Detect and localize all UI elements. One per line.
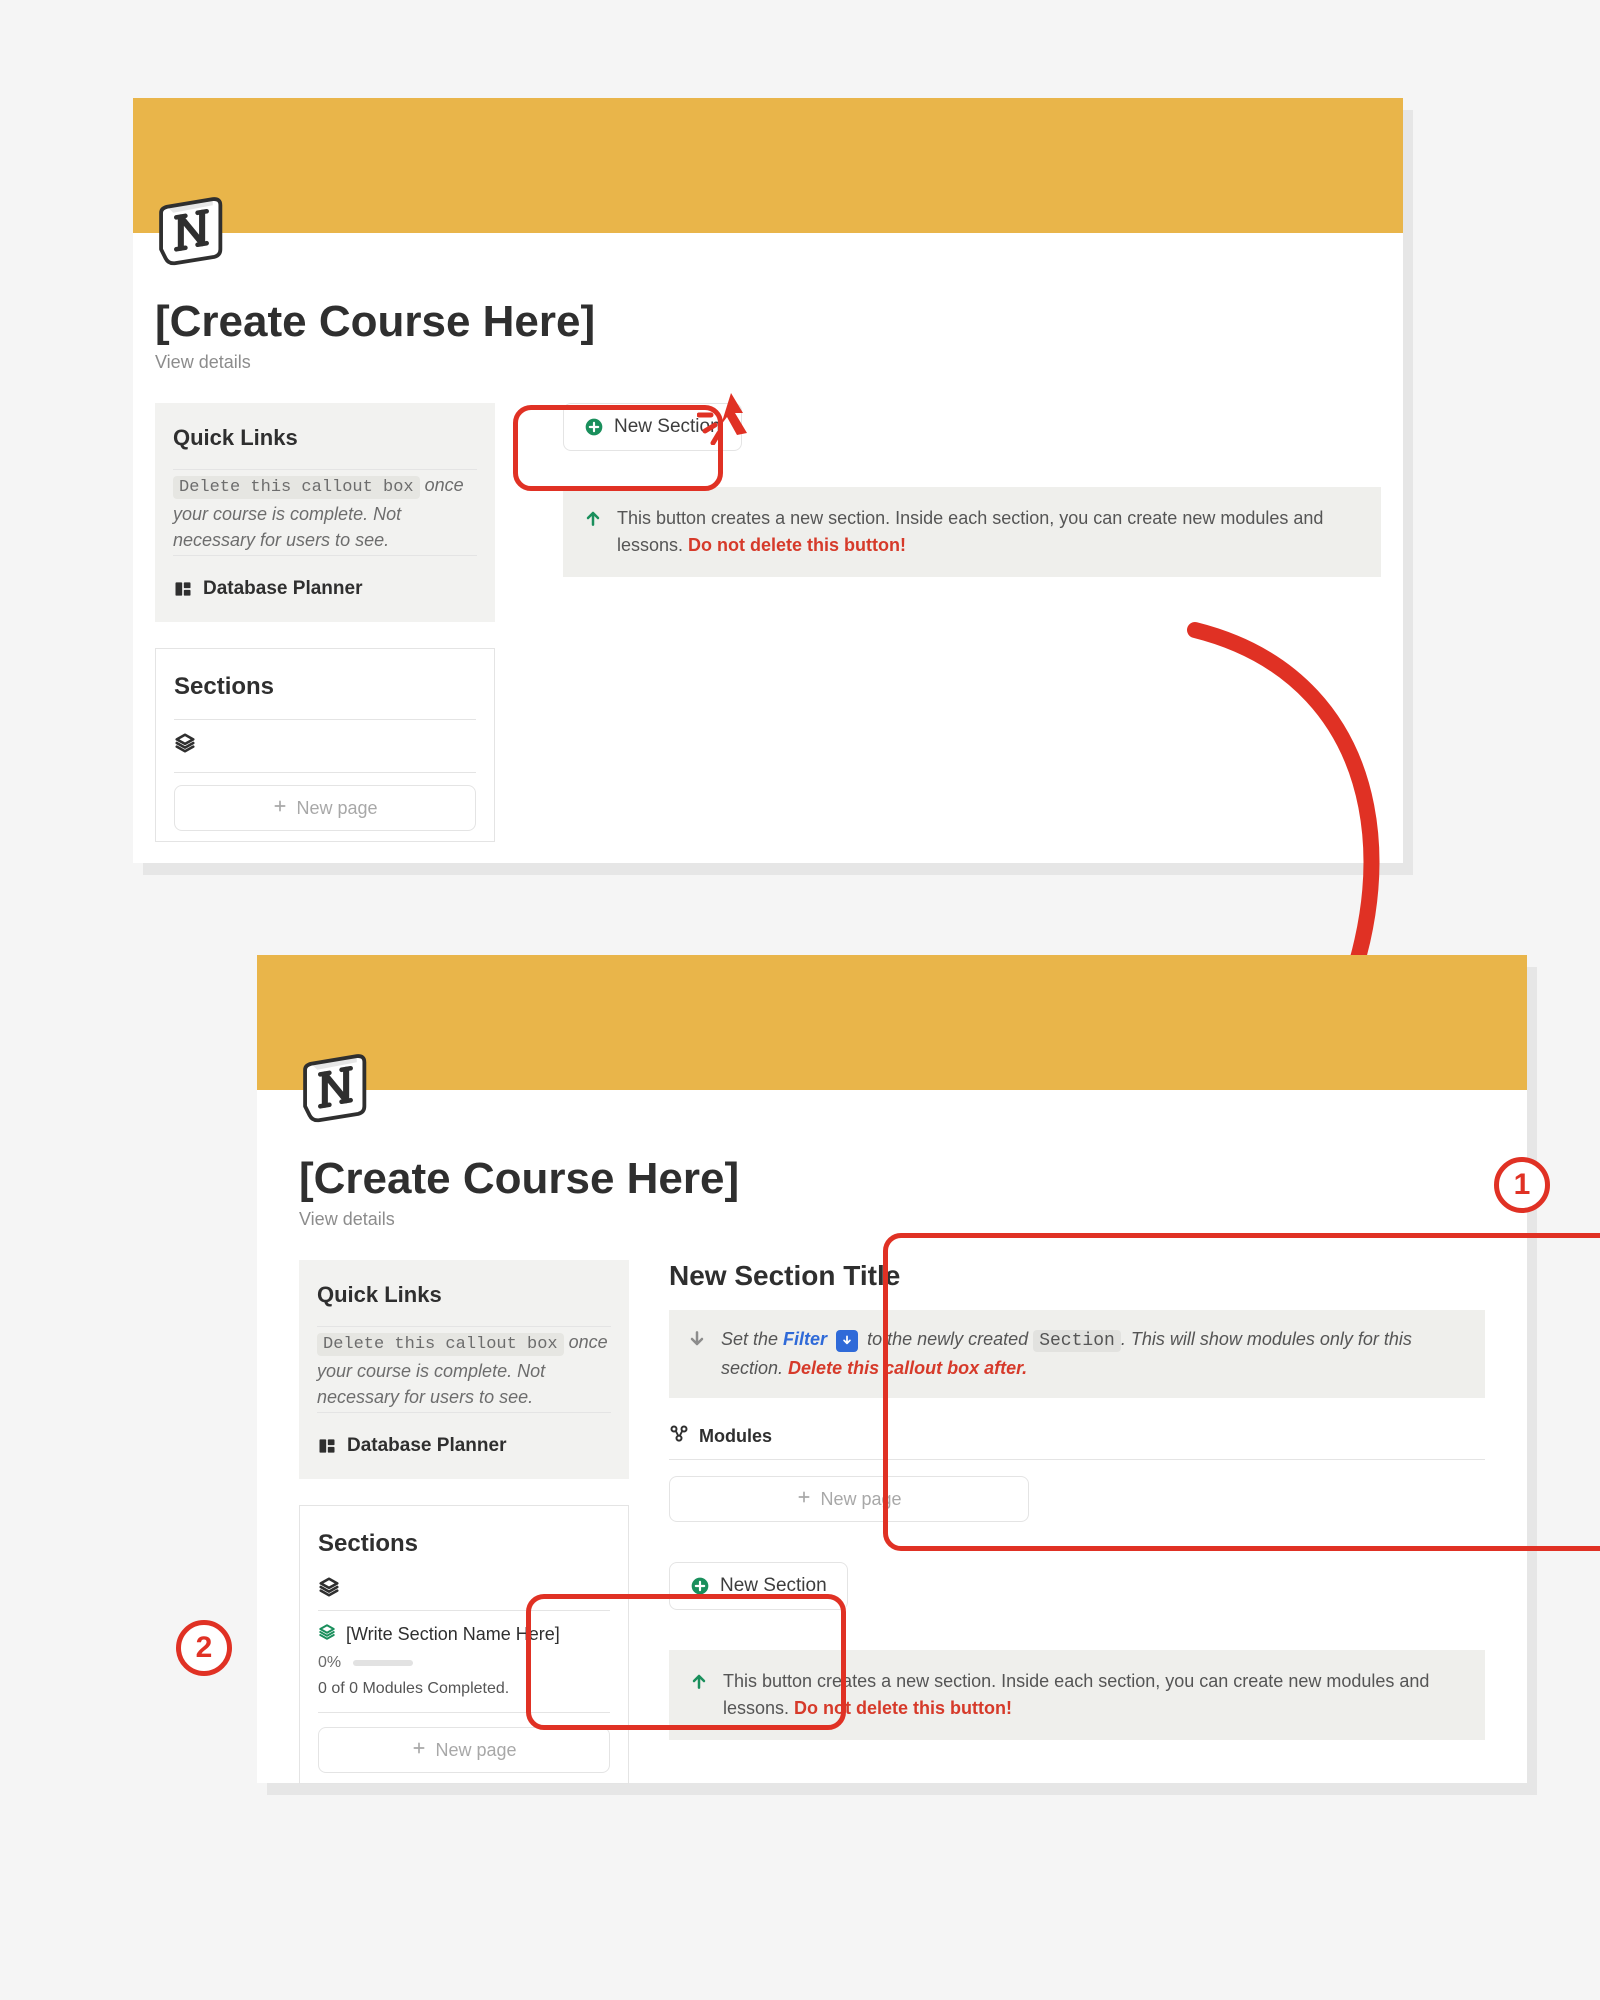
new-page-label: New page (435, 1740, 516, 1761)
new-section-button[interactable]: New Section (563, 403, 742, 451)
new-section-button[interactable]: New Section (669, 1562, 848, 1610)
page-title: [Create Course Here] (155, 298, 1381, 346)
section-item-percent: 0% (318, 1654, 341, 1672)
filter-warn: Delete this callout box after. (788, 1358, 1027, 1378)
callout-delete-box: Delete this callout box once your course… (317, 1326, 611, 1413)
hero-banner (133, 98, 1403, 233)
new-section-label: New Section (720, 1575, 827, 1597)
view-details-link[interactable]: View details (299, 1209, 1485, 1230)
up-arrow-icon (689, 1671, 709, 1691)
sections-heading: Sections (318, 1530, 610, 1558)
stack-icon (318, 1576, 340, 1598)
page-title: [Create Course Here] (299, 1155, 1485, 1203)
database-planner-label: Database Planner (347, 1435, 506, 1457)
new-section-title-heading: New Section Title (669, 1260, 1485, 1292)
panel-after: [Create Course Here] View details Quick … (257, 955, 1527, 1783)
modules-icon (669, 1424, 689, 1449)
new-page-label: New page (820, 1489, 901, 1510)
view-details-link[interactable]: View details (155, 352, 1381, 373)
section-item-progress: 0% (318, 1654, 610, 1672)
panel-before: [Create Course Here] View details Quick … (133, 98, 1403, 863)
plus-circle-icon (690, 1576, 710, 1596)
sections-list: [Write Section Name Here] 0% 0 of 0 Modu… (318, 1610, 610, 1713)
section-item[interactable]: [Write Section Name Here] (318, 1623, 610, 1646)
quick-links-heading: Quick Links (173, 425, 477, 451)
filter-dropdown-icon[interactable] (836, 1330, 858, 1352)
info-callout: This button creates a new section. Insid… (563, 487, 1381, 577)
modules-heading-row: Modules (669, 1424, 1485, 1460)
new-page-button[interactable]: New page (174, 785, 476, 831)
database-planner-label: Database Planner (203, 578, 362, 600)
database-icon (173, 579, 193, 599)
callout-delete-box: Delete this callout box once your course… (173, 469, 477, 556)
quick-links-heading: Quick Links (317, 1282, 611, 1308)
quick-links-card: Quick Links Delete this callout box once… (155, 403, 495, 622)
modules-label: Modules (699, 1426, 772, 1447)
sidebar: Quick Links Delete this callout box once… (155, 403, 495, 842)
info-callout: This button creates a new section. Insid… (669, 1650, 1485, 1740)
database-planner-link[interactable]: Database Planner (173, 578, 477, 600)
notion-logo-icon (299, 1047, 375, 1123)
info-warn: Do not delete this button! (794, 1698, 1012, 1718)
sections-card: Sections New page (155, 648, 495, 842)
plus-icon (272, 798, 288, 819)
plus-icon (796, 1489, 812, 1510)
sections-heading: Sections (174, 673, 476, 701)
section-item-name: [Write Section Name Here] (346, 1624, 560, 1645)
main-area: New Section Title Set the Filter to the … (669, 1260, 1485, 1740)
info-warn: Do not delete this button! (688, 535, 906, 555)
quick-links-card: Quick Links Delete this callout box once… (299, 1260, 629, 1479)
new-page-button[interactable]: New page (318, 1727, 610, 1773)
sections-card: Sections [Write Section Name Here] (299, 1505, 629, 1784)
callout-code: Delete this callout box (317, 1333, 564, 1356)
annotation-number-2: 2 (176, 1620, 232, 1676)
up-arrow-icon (583, 508, 603, 528)
sidebar: Quick Links Delete this callout box once… (299, 1260, 629, 1784)
notion-logo-icon (155, 190, 231, 266)
filter-link[interactable]: Filter (783, 1329, 827, 1349)
callout-code: Delete this callout box (173, 476, 420, 499)
modules-new-page-button[interactable]: New page (669, 1476, 1029, 1522)
progress-bar (353, 1660, 413, 1666)
stack-icon (174, 732, 196, 754)
annotation-number-1: 1 (1494, 1157, 1550, 1213)
stack-icon (318, 1623, 336, 1646)
plus-circle-icon (584, 417, 604, 437)
hero-banner (257, 955, 1527, 1090)
section-item-meta: 0 of 0 Modules Completed. (318, 1680, 610, 1698)
new-section-label: New Section (614, 416, 721, 438)
database-planner-link[interactable]: Database Planner (317, 1435, 611, 1457)
main-area: New Section This button creates a new se… (563, 403, 1381, 577)
filter-callout: Set the Filter to the newly created Sect… (669, 1310, 1485, 1398)
new-page-label: New page (296, 798, 377, 819)
section-code: Section (1033, 1330, 1121, 1352)
down-arrow-icon (687, 1329, 707, 1349)
database-icon (317, 1436, 337, 1456)
plus-icon (411, 1740, 427, 1761)
